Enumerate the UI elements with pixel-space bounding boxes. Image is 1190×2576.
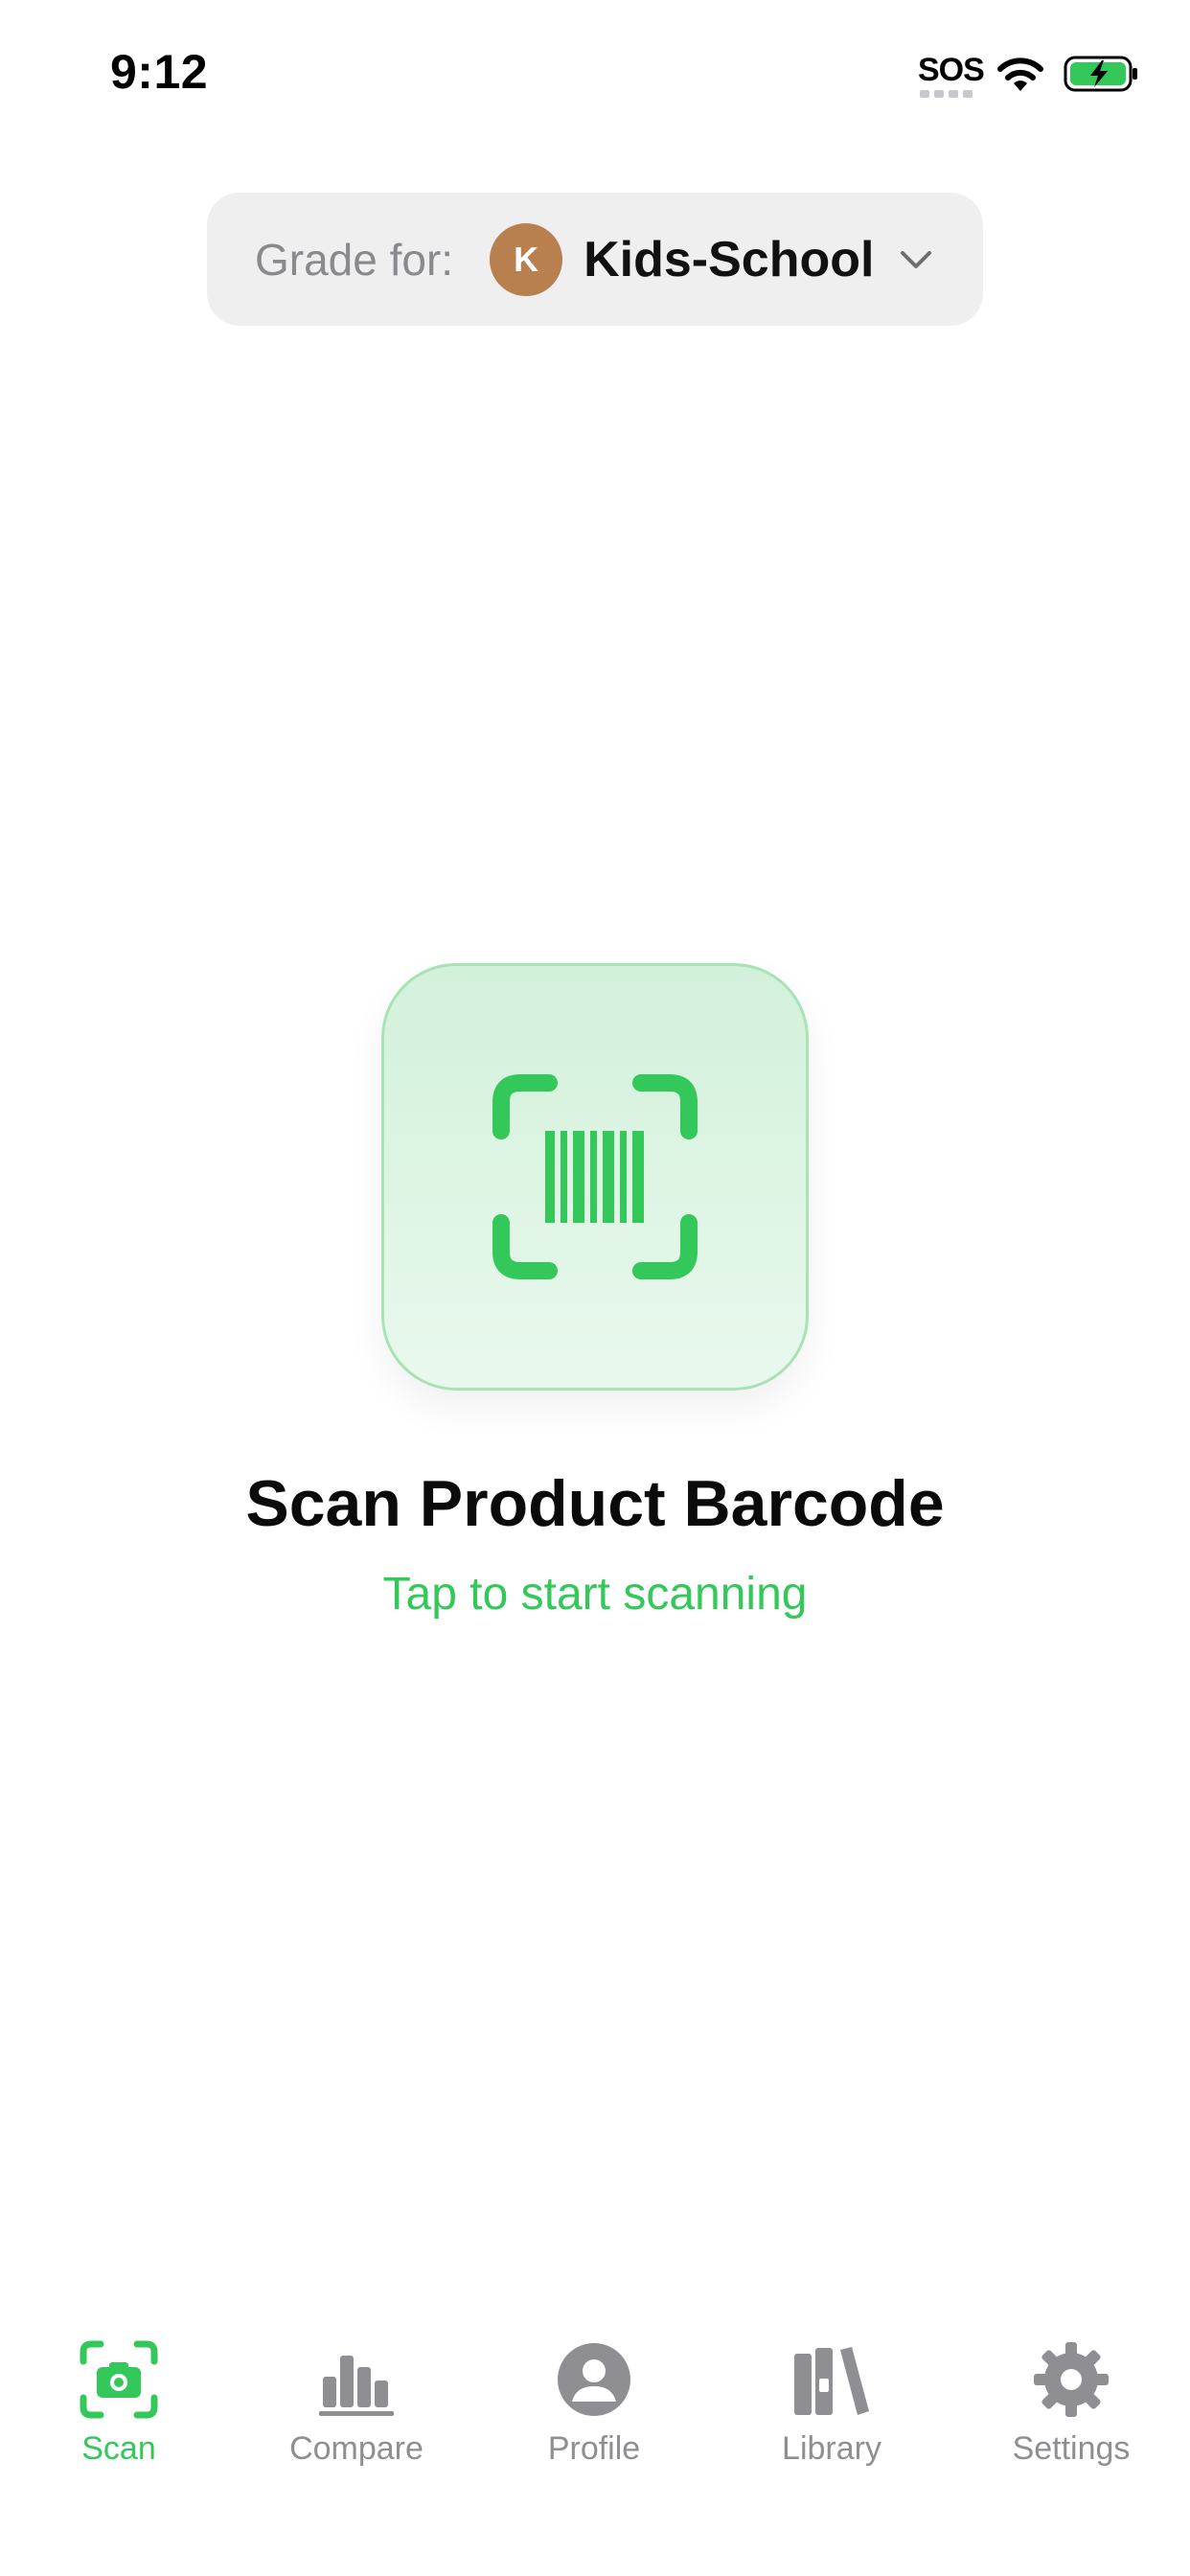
scan-subtitle[interactable]: Tap to start scanning [0,1568,1190,1621]
status-time: 9:12 [110,45,209,99]
sos-indicator: SOS [918,50,985,98]
tab-label-compare: Compare [289,2430,423,2467]
tab-label-profile: Profile [547,2430,641,2467]
tab-label-library: Library [782,2430,881,2467]
sos-label: SOS [918,52,985,88]
grade-for-label: Grade for: [255,234,454,285]
tab-library[interactable]: Library [736,2300,927,2492]
tab-settings[interactable]: Settings [975,2300,1167,2492]
scan-title: Scan Product Barcode [245,1467,945,1540]
avatar: K [490,222,563,296]
tab-compare[interactable]: Compare [261,2300,452,2492]
status-bar: 9:12 SOS [0,0,1190,144]
tab-scan[interactable]: Scan [23,2300,215,2492]
wifi-icon [997,58,1043,91]
chevron-down-icon [901,250,932,268]
scan-barcode-button[interactable] [381,963,809,1391]
selected-profile-name: Kids-School [584,231,875,288]
grade-for-profile-picker[interactable]: Grade for: K Kids-School [207,193,983,326]
signal-bars-icon [920,90,973,98]
barcode-viewfinder-icon [492,1074,698,1279]
tab-label-settings: Settings [1012,2430,1131,2467]
books-icon [794,2347,869,2415]
avatar-initial: K [514,239,539,279]
status-indicators: SOS [918,50,1140,98]
tab-bar: Scan Compare Profile Library Settings [0,2300,1190,2576]
person-circle-icon [558,2343,630,2416]
battery-charging-icon [1064,56,1137,92]
tab-profile[interactable]: Profile [498,2300,690,2492]
tab-label-scan: Scan [81,2430,156,2467]
bar-chart-icon [319,2356,394,2416]
gear-icon [1034,2342,1109,2417]
camera-viewfinder-icon [80,2340,158,2419]
